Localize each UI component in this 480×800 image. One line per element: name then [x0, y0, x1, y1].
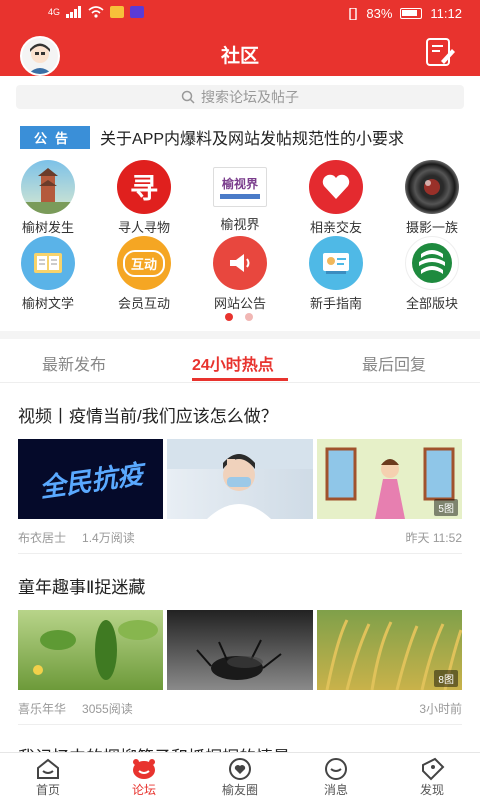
category-label: 榆视界 [220, 217, 260, 232]
category-glyph: 榆视界 [221, 177, 258, 191]
search-bar[interactable]: 搜索论坛及帖子 [16, 85, 464, 109]
category-label: 网站公告 [213, 296, 266, 311]
category-label: 榆树发生 [21, 220, 74, 235]
all-sections-icon [405, 236, 459, 290]
category-label: 全部版块 [405, 296, 458, 311]
discover-icon [422, 757, 445, 781]
category-glyph: 互动 [122, 249, 165, 277]
category-label: 会员互动 [117, 296, 170, 311]
nav-discover[interactable]: 发现 [384, 753, 480, 800]
notification-app-icon [110, 6, 125, 18]
camera-lens-icon [405, 160, 459, 214]
search-person-icon: 寻 [117, 160, 171, 214]
post-author[interactable]: 布衣居士 [18, 529, 66, 546]
post-title[interactable]: 童年趣事Ⅱ捉迷藏 [18, 573, 462, 598]
post-reads: 1.4万阅读 [82, 531, 135, 545]
tab-last-reply[interactable]: 最后回复 [362, 351, 426, 375]
bottom-navigation: 首页 论坛 榆友圈 消息 发现 [0, 752, 480, 800]
notice-text[interactable]: 关于APP内爆料及网站发帖规范性的小要求 [100, 125, 404, 149]
category-member-interaction[interactable]: 互动 会员互动 [96, 236, 192, 312]
status-bar: 4G 83% 11:12 [0, 0, 480, 28]
yushijie-logo-icon: 榆视界 [213, 167, 267, 207]
tower-photo-icon [21, 160, 75, 214]
book-icon [21, 236, 75, 290]
category-lost-found[interactable]: 寻 寻人寻物 [96, 160, 192, 236]
thumbnail-caption: 全民抗疫 [37, 458, 145, 503]
guide-icon [309, 236, 363, 290]
post-title[interactable]: 视频丨疫情当前/我们应该怎么做？ [18, 402, 462, 427]
post-thumbnail[interactable]: 8图 [316, 610, 462, 690]
friends-circle-icon [229, 758, 251, 780]
nav-home[interactable]: 首页 [0, 753, 96, 800]
post-thumbnail[interactable] [167, 439, 313, 519]
nav-label: 榆友圈 [221, 783, 258, 797]
clock: 11:12 [430, 6, 462, 21]
notification-app-icon-2 [130, 6, 145, 18]
tab-24h-hot[interactable]: 24小时热点 [192, 351, 274, 375]
post-time: 3小时前 [419, 702, 462, 716]
category-label: 摄影一族 [405, 220, 458, 235]
notice-tag: 公告 [20, 125, 91, 149]
post-divider [18, 724, 462, 725]
page-title: 社区 [220, 46, 259, 67]
logo-bar [220, 194, 260, 199]
vibrate-icon [349, 7, 358, 20]
category-yushu-news[interactable]: 榆树发生 [0, 160, 96, 236]
post-divider [18, 553, 462, 554]
section-divider [0, 331, 480, 339]
image-count-badge: 8图 [434, 670, 458, 687]
post-thumbnail[interactable] [167, 610, 313, 690]
wifi-icon [88, 6, 104, 18]
category-newbie-guide[interactable]: 新手指南 [288, 236, 384, 312]
category-label: 榆树文学 [21, 296, 74, 311]
signal-icon [66, 6, 82, 18]
category-dating[interactable]: 相亲交友 [288, 160, 384, 236]
battery-percent: 83% [366, 6, 393, 21]
nav-label: 首页 [35, 783, 60, 797]
compose-post-button[interactable] [424, 36, 456, 68]
nav-label: 消息 [323, 783, 348, 797]
tab-latest[interactable]: 最新发布 [42, 351, 106, 375]
category-photography[interactable]: 摄影一族 [384, 160, 480, 236]
home-icon [37, 758, 59, 779]
post-thumbnail[interactable]: 全民抗疫 [18, 439, 164, 519]
category-site-announcement[interactable]: 网站公告 [192, 236, 288, 312]
category-literature[interactable]: 榆树文学 [0, 236, 96, 312]
page-dot-1[interactable] [225, 313, 233, 321]
nav-friends-circle[interactable]: 榆友圈 [192, 753, 288, 800]
post-item[interactable]: 视频丨疫情当前/我们应该怎么做？ 全民抗疫 5图 布衣居士 1.4万阅读 昨天 … [18, 402, 462, 546]
post-thumbnail[interactable] [18, 610, 164, 690]
search-placeholder: 搜索论坛及帖子 [201, 89, 299, 105]
carrier-label: 4G [48, 7, 61, 17]
edit-icon [426, 38, 455, 66]
forum-icon [133, 759, 155, 779]
post-thumbnail[interactable]: 5图 [316, 439, 462, 519]
nav-label: 论坛 [131, 783, 156, 797]
post-author[interactable]: 喜乐年华 [18, 700, 66, 717]
battery-icon [400, 8, 423, 19]
notice-bar[interactable]: 公告 关于APP内爆料及网站发帖规范性的小要求 [20, 125, 470, 149]
message-icon [325, 758, 347, 780]
speaker-icon [213, 236, 267, 290]
category-label: 新手指南 [309, 296, 362, 311]
page-indicator [225, 313, 253, 321]
category-label: 相亲交友 [309, 220, 362, 235]
search-icon [181, 90, 195, 104]
active-tab-indicator [192, 378, 288, 381]
nav-messages[interactable]: 消息 [288, 753, 384, 800]
interaction-icon: 互动 [117, 236, 171, 290]
nav-forum[interactable]: 论坛 [96, 753, 192, 800]
feed-tabs: 最新发布 24小时热点 最后回复 [0, 339, 480, 383]
post-time: 昨天 11:52 [405, 531, 462, 545]
heart-icon [309, 160, 363, 214]
category-glyph: 寻 [129, 173, 158, 204]
post-item[interactable]: 童年趣事Ⅱ捉迷藏 8图 喜乐年华 3055阅读 3小时前 [18, 573, 462, 717]
image-count-badge: 5图 [434, 499, 458, 516]
post-reads: 3055阅读 [82, 702, 133, 716]
category-yushijie[interactable]: 榆视界 榆视界 [192, 160, 288, 233]
nav-label: 发现 [419, 783, 444, 797]
category-all-sections[interactable]: 全部版块 [384, 236, 480, 312]
page-dot-2[interactable] [245, 313, 253, 321]
category-label: 寻人寻物 [117, 220, 170, 235]
